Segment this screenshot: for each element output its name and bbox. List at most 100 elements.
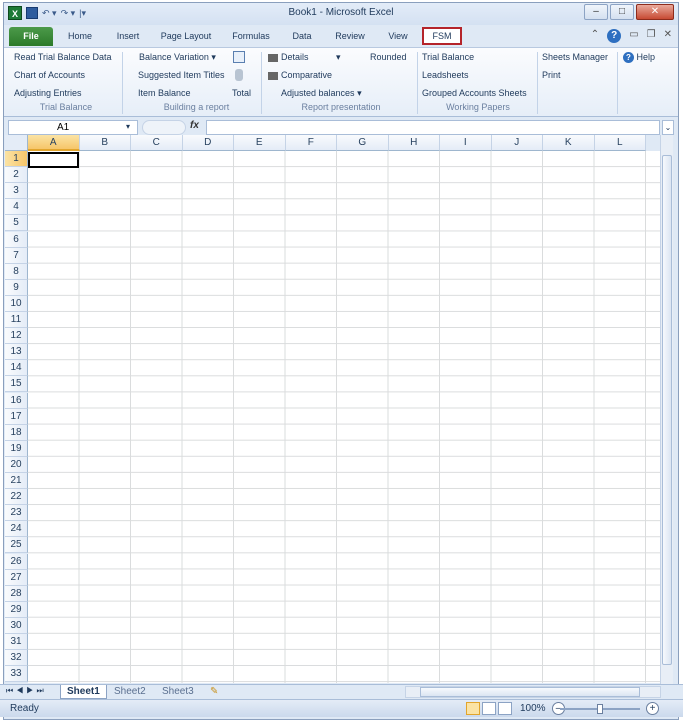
comparative-button[interactable]: Comparative bbox=[268, 70, 332, 80]
row-header-3[interactable]: 3 bbox=[5, 183, 28, 200]
column-header-k[interactable]: K bbox=[543, 135, 595, 151]
row-header-13[interactable]: 13 bbox=[5, 344, 28, 361]
tab-page-layout[interactable]: Page Layout bbox=[154, 27, 218, 46]
formula-input[interactable] bbox=[206, 120, 660, 135]
row-header-4[interactable]: 4 bbox=[5, 199, 28, 216]
row-header-23[interactable]: 23 bbox=[5, 505, 28, 522]
vertical-scroll-thumb[interactable] bbox=[662, 155, 672, 665]
row-header-1[interactable]: 1 bbox=[5, 151, 28, 168]
selected-cell-a1[interactable] bbox=[28, 152, 79, 168]
namebox-dropdown-icon[interactable]: ▾ bbox=[126, 122, 130, 131]
working-trial-balance-button[interactable]: Trial Balance bbox=[422, 52, 474, 62]
row-header-6[interactable]: 6 bbox=[5, 231, 28, 248]
column-header-d[interactable]: D bbox=[182, 135, 234, 151]
read-trial-balance-button[interactable]: Read Trial Balance Data bbox=[14, 52, 112, 62]
column-header-b[interactable]: B bbox=[79, 135, 131, 151]
row-header-5[interactable]: 5 bbox=[5, 215, 28, 232]
column-header-g[interactable]: G bbox=[337, 135, 389, 151]
row-header-10[interactable]: 10 bbox=[5, 295, 28, 312]
adjusted-balances-button[interactable]: Adjusted balances ▾ bbox=[281, 88, 362, 99]
row-header-19[interactable]: 19 bbox=[5, 440, 28, 457]
row-header-32[interactable]: 32 bbox=[5, 650, 28, 667]
row-header-2[interactable]: 2 bbox=[5, 167, 28, 184]
fsm-help-button[interactable]: ? Help bbox=[623, 52, 655, 63]
adjusting-entries-button[interactable]: Adjusting Entries bbox=[14, 88, 82, 98]
sheet-nav-arrows[interactable]: ⏮◀▶⏭ bbox=[6, 686, 47, 696]
column-header-l[interactable]: L bbox=[594, 135, 646, 151]
page-layout-view-icon[interactable] bbox=[482, 702, 496, 715]
horizontal-scroll-thumb[interactable] bbox=[420, 687, 640, 697]
details-button[interactable]: Details ▾ bbox=[268, 52, 341, 63]
row-header-26[interactable]: 26 bbox=[5, 553, 28, 570]
insert-sheet-icon[interactable]: ✎ bbox=[204, 685, 224, 699]
row-header-31[interactable]: 31 bbox=[5, 634, 28, 651]
rounded-button[interactable]: Rounded bbox=[370, 52, 407, 62]
maximize-button[interactable]: □ bbox=[610, 4, 634, 20]
balance-variation-button[interactable]: Balance Variation ▾ bbox=[139, 52, 216, 63]
row-header-30[interactable]: 30 bbox=[5, 617, 28, 634]
minimize-ribbon-icon[interactable]: ⌃ bbox=[591, 29, 599, 43]
vertical-scrollbar[interactable] bbox=[660, 135, 673, 684]
grouped-accounts-sheets-button[interactable]: Grouped Accounts Sheets bbox=[422, 88, 527, 98]
tag-icon[interactable] bbox=[235, 69, 243, 81]
row-header-11[interactable]: 11 bbox=[5, 312, 28, 329]
sheet-tab-3[interactable]: Sheet3 bbox=[156, 685, 200, 699]
chart-of-accounts-button[interactable]: Chart of Accounts bbox=[14, 70, 85, 80]
workbook-close-icon[interactable]: ✕ bbox=[664, 29, 672, 43]
select-all-corner[interactable] bbox=[5, 135, 28, 151]
column-header-c[interactable]: C bbox=[131, 135, 183, 151]
row-header-14[interactable]: 14 bbox=[5, 360, 28, 377]
row-header-9[interactable]: 9 bbox=[5, 279, 28, 296]
tab-formulas[interactable]: Formulas bbox=[226, 27, 276, 46]
help-icon[interactable]: ? bbox=[607, 29, 622, 43]
tab-view[interactable]: View bbox=[380, 27, 416, 46]
column-header-h[interactable]: H bbox=[388, 135, 440, 151]
horizontal-scrollbar[interactable] bbox=[405, 686, 661, 698]
row-header-22[interactable]: 22 bbox=[5, 489, 28, 506]
row-header-28[interactable]: 28 bbox=[5, 585, 28, 602]
row-header-25[interactable]: 25 bbox=[5, 537, 28, 554]
tab-data[interactable]: Data bbox=[284, 27, 320, 46]
tab-insert[interactable]: Insert bbox=[108, 27, 148, 46]
row-header-12[interactable]: 12 bbox=[5, 328, 28, 345]
row-header-17[interactable]: 17 bbox=[5, 408, 28, 425]
tab-fsm[interactable]: FSM bbox=[422, 27, 462, 45]
row-header-18[interactable]: 18 bbox=[5, 424, 28, 441]
item-balance-button[interactable]: Item Balance bbox=[138, 88, 191, 98]
minimize-button[interactable]: – bbox=[584, 4, 608, 20]
suggested-item-titles-button[interactable]: Suggested Item Titles bbox=[138, 70, 225, 80]
column-header-a[interactable]: A bbox=[28, 135, 80, 151]
zoom-slider-knob[interactable] bbox=[597, 704, 603, 714]
row-header-15[interactable]: 15 bbox=[5, 376, 28, 393]
row-header-7[interactable]: 7 bbox=[5, 247, 28, 264]
column-header-i[interactable]: I bbox=[440, 135, 492, 151]
calculator-icon[interactable] bbox=[233, 51, 245, 63]
sheet-tab-2[interactable]: Sheet2 bbox=[108, 685, 152, 699]
row-header-16[interactable]: 16 bbox=[5, 392, 28, 409]
column-header-e[interactable]: E bbox=[234, 135, 286, 151]
row-header-24[interactable]: 24 bbox=[5, 521, 28, 538]
sheet-tab-1[interactable]: Sheet1 bbox=[60, 685, 107, 699]
zoom-slider[interactable] bbox=[560, 704, 640, 714]
cell-grid[interactable] bbox=[28, 151, 660, 683]
expand-formula-bar-icon[interactable]: ⌄ bbox=[662, 120, 674, 135]
sheets-manager-button[interactable]: Sheets Manager bbox=[542, 52, 608, 62]
row-header-8[interactable]: 8 bbox=[5, 263, 28, 280]
page-break-view-icon[interactable] bbox=[498, 702, 512, 715]
row-header-21[interactable]: 21 bbox=[5, 473, 28, 490]
row-header-20[interactable]: 20 bbox=[5, 456, 28, 473]
tab-home[interactable]: Home bbox=[60, 27, 100, 46]
tab-review[interactable]: Review bbox=[328, 27, 372, 46]
row-header-27[interactable]: 27 bbox=[5, 569, 28, 586]
row-header-33[interactable]: 33 bbox=[5, 666, 28, 683]
print-button[interactable]: Print bbox=[542, 70, 561, 80]
zoom-in-button[interactable]: + bbox=[646, 702, 659, 715]
row-header-29[interactable]: 29 bbox=[5, 601, 28, 618]
name-box[interactable]: A1 bbox=[8, 120, 138, 135]
insert-function-icon[interactable]: fx bbox=[190, 120, 199, 131]
tab-file[interactable]: File bbox=[9, 27, 53, 46]
workbook-minimize-icon[interactable]: ▭ bbox=[629, 29, 638, 43]
normal-view-icon[interactable] bbox=[466, 702, 480, 715]
zoom-level[interactable]: 100% bbox=[520, 703, 546, 714]
leadsheets-button[interactable]: Leadsheets bbox=[422, 70, 469, 80]
